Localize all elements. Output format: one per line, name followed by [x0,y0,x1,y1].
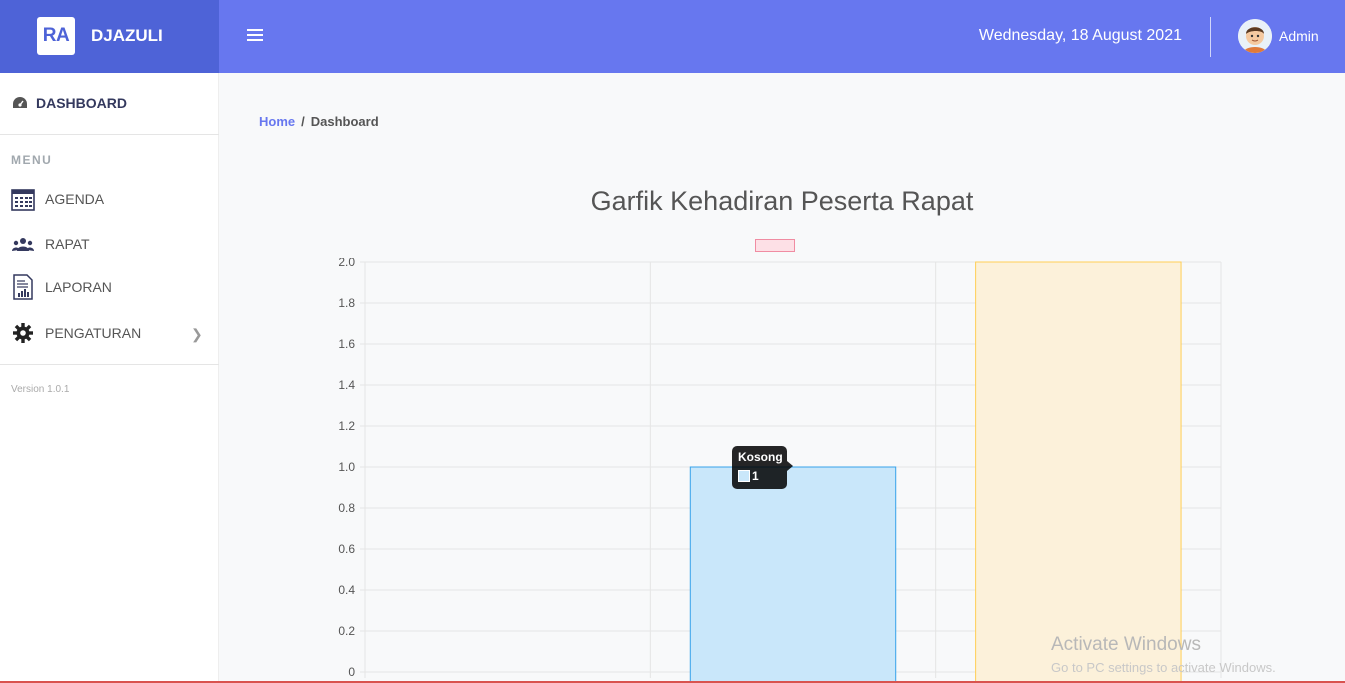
sidebar-item-label: AGENDA [45,191,105,207]
y-tick-label: 0 [348,665,355,679]
brand-area[interactable]: RA DJAZULI [0,0,219,73]
brand-name: DJAZULI [91,26,163,45]
breadcrumb: Home / Dashboard [259,114,379,129]
sidebar-item-rapat[interactable]: RAPAT [11,232,90,256]
sidebar-item-dashboard[interactable]: DASHBOARD [12,95,127,111]
breadcrumb-separator: / [301,114,305,129]
y-tick-label: 2.0 [338,258,355,269]
dashboard-gauge-icon [13,97,27,108]
sidebar-item-label: RAPAT [45,236,90,252]
version-label: Version 1.0.1 [11,384,70,395]
user-name[interactable]: Admin [1279,28,1319,44]
bar [689,466,897,683]
sidebar: DASHBOARD MENU AGENDA RAPAT LAPORAN PENG… [0,73,219,683]
header-divider [1210,17,1211,57]
windows-watermark: Activate Windows [1051,634,1201,655]
y-tick-label: 1.0 [338,460,355,474]
hamburger-line [247,29,263,31]
brand-logo: RA [37,17,75,55]
tooltip-value: 1 [752,469,759,483]
calendar-icon [11,187,35,211]
chevron-right-icon[interactable]: ❯ [191,326,203,343]
hamburger-line [247,39,263,41]
y-tick-label: 1.8 [338,296,355,310]
gear-icon [11,321,35,345]
windows-watermark-sub: Go to PC settings to activate Windows. [1051,660,1276,675]
menu-heading: MENU [11,153,53,167]
y-tick-label: 1.2 [338,419,355,433]
breadcrumb-home-link[interactable]: Home [259,114,295,129]
breadcrumb-current: Dashboard [310,114,379,129]
bar [975,261,1182,683]
report-icon [11,274,35,300]
sidebar-item-label: PENGATURAN [45,325,142,341]
sidebar-item-label: LAPORAN [45,279,112,295]
sidebar-divider [0,364,219,365]
sidebar-item-agenda[interactable]: AGENDA [11,187,104,211]
current-date: Wednesday, 18 August 2021 [978,27,1182,44]
users-icon [11,232,35,256]
menu-toggle-icon[interactable] [247,26,263,46]
y-tick-label: 0.8 [338,501,355,515]
chart-legend-swatch[interactable] [755,239,795,252]
top-navbar: RA DJAZULI Wednesday, 18 August 2021 Adm… [0,0,1345,73]
y-tick-label: 0.4 [338,583,355,597]
hamburger-line [247,34,263,36]
sidebar-item-label: DASHBOARD [36,95,127,111]
y-tick-label: 0.2 [338,624,355,638]
chart-title: Garfik Kehadiran Peserta Rapat [590,186,974,216]
y-tick-label: 1.6 [338,337,355,351]
sidebar-item-pengaturan[interactable]: PENGATURAN [11,321,141,345]
y-tick-label: 0.6 [338,542,355,556]
chart-tooltip: Kosong 1 [732,446,793,489]
sidebar-item-laporan[interactable]: LAPORAN [11,274,112,300]
tooltip-swatch [738,470,750,482]
sidebar-divider [0,134,219,135]
user-avatar[interactable] [1238,19,1272,53]
avatar-icon [1238,19,1272,53]
tooltip-row: 1 [738,469,781,483]
main-content: Home / Dashboard Garfik Kehadiran Peserta … [219,73,1345,683]
tooltip-title: Kosong [738,450,783,464]
y-tick-label: 1.4 [338,378,355,392]
